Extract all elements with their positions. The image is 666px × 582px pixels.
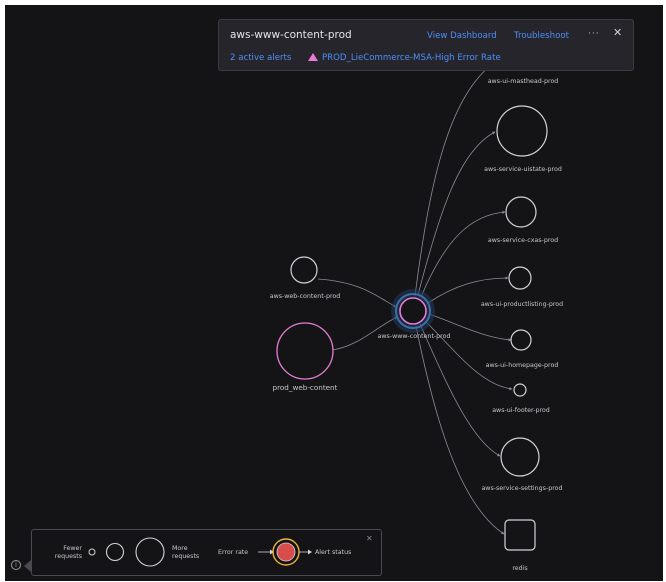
edge-center-to-cxas (420, 210, 506, 298)
node-prod-web-content-circle[interactable] (276, 322, 334, 380)
node-footer[interactable]: aws-ui-footer-prod (492, 383, 550, 414)
node-redis-box[interactable] (504, 519, 536, 551)
edge-center-to-footer (424, 320, 513, 391)
node-uistate-circle[interactable] (496, 105, 548, 157)
legend-more-requests-label: More requests (172, 545, 200, 560)
node-center-selected[interactable]: aws-www-content-prod (378, 289, 451, 340)
node-productlisting-circle[interactable] (508, 266, 532, 290)
info-icon[interactable]: i (11, 560, 21, 570)
node-masthead-label: aws-ui-masthead-prod (488, 78, 559, 85)
node-web-content-circle[interactable] (290, 256, 318, 284)
node-settings[interactable]: aws-service-settings-prod (481, 437, 563, 492)
node-productlisting[interactable]: aws-ui-productlisting-prod (481, 266, 563, 308)
node-cxas[interactable]: aws-service-cxas-prod (488, 196, 558, 244)
legend-alert-status-label: Alert status (315, 549, 352, 556)
alert-triangle-icon (308, 53, 318, 61)
node-prod-web-content[interactable]: prod_web-content (273, 322, 338, 392)
legend-error-rate-label: Error rate (218, 549, 249, 556)
map-legend: Fewer requests More requests Error rate … (31, 529, 382, 576)
legend-pointer (24, 560, 31, 572)
node-redis[interactable]: redis (504, 519, 536, 572)
legend-small-circle (88, 548, 96, 556)
edge-center-to-settings (419, 323, 501, 457)
node-redis-label: redis (512, 565, 527, 572)
node-web-content[interactable]: aws-web-content-prod (270, 256, 341, 300)
view-dashboard-link[interactable]: View Dashboard (427, 31, 497, 41)
node-uistate-label: aws-service-uistate-prod (484, 166, 562, 173)
more-options-icon[interactable]: ··· (588, 29, 600, 39)
node-center-label: aws-www-content-prod (378, 333, 451, 340)
node-uistate[interactable]: aws-service-uistate-prod (484, 105, 562, 173)
node-cxas-label: aws-service-cxas-prod (488, 237, 558, 244)
service-map-area[interactable]: aws-ui-masthead-prod aws-service-uistate… (5, 5, 663, 581)
node-homepage-circle[interactable] (510, 329, 532, 351)
node-productlisting-label: aws-ui-productlisting-prod (481, 301, 563, 308)
legend-error-circle (276, 542, 296, 562)
popover-title: aws-www-content-prod (230, 29, 352, 41)
legend-alert-arrow-icon (308, 549, 312, 555)
node-cxas-circle[interactable] (505, 196, 537, 228)
node-web-content-label: aws-web-content-prod (270, 293, 341, 300)
legend-close-icon[interactable]: ✕ (366, 534, 373, 543)
node-footer-circle[interactable] (513, 383, 527, 397)
service-map[interactable]: aws-ui-masthead-prod aws-service-uistate… (5, 5, 663, 581)
screenshot-canvas: aws-ui-masthead-prod aws-service-uistate… (0, 0, 666, 582)
legend-large-circle (135, 537, 165, 567)
node-settings-label: aws-service-settings-prod (481, 485, 562, 492)
legend-medium-circle (105, 542, 125, 562)
node-footer-label: aws-ui-footer-prod (492, 407, 550, 414)
node-prod-web-content-label: prod_web-content (273, 383, 338, 392)
node-settings-circle[interactable] (500, 437, 540, 477)
edge-center-to-masthead (414, 53, 510, 297)
active-alerts-link[interactable]: 2 active alerts (230, 53, 291, 63)
alert-name-link[interactable]: PROD_LieCommerce-MSA-High Error Rate (322, 53, 501, 63)
node-center-circle[interactable] (399, 297, 427, 325)
edge-center-to-uistate (417, 131, 496, 296)
node-homepage-label: aws-ui-homepage-prod (486, 362, 559, 369)
close-icon[interactable]: ✕ (613, 26, 622, 39)
edge-center-to-productlisting (427, 276, 509, 304)
service-popover: aws-www-content-prod View Dashboard Trou… (218, 19, 634, 71)
node-homepage[interactable]: aws-ui-homepage-prod (486, 329, 559, 369)
troubleshoot-link[interactable]: Troubleshoot (514, 31, 569, 41)
